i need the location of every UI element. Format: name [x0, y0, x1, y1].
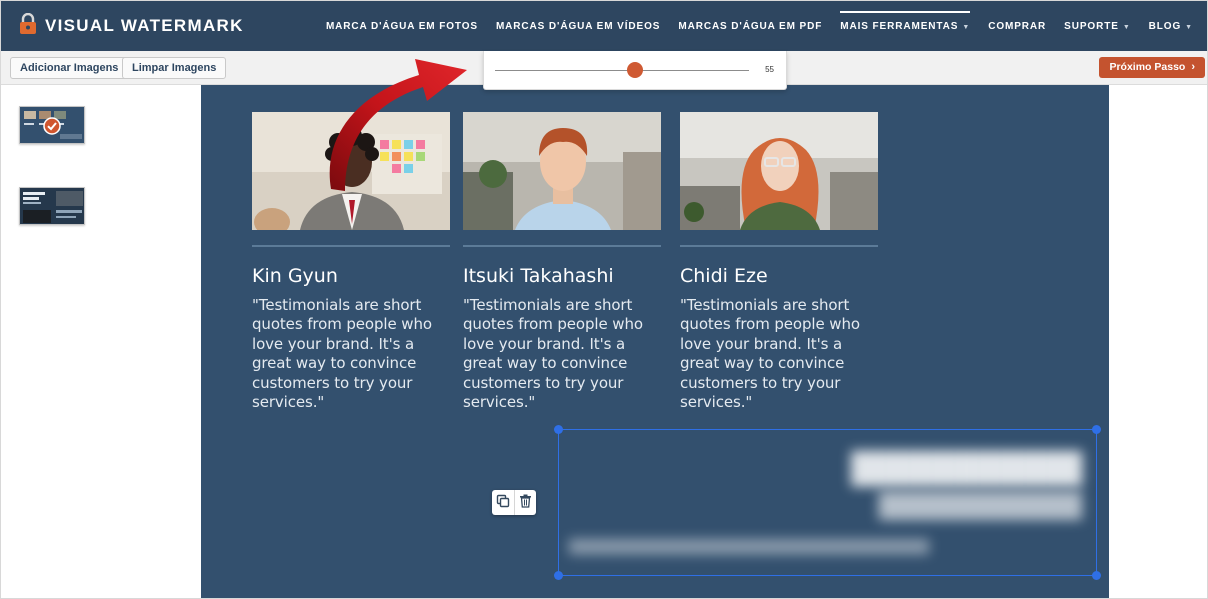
- main-nav: MARCA D'ÁGUA EM FOTOS MARCAS D'ÁGUA EM V…: [326, 1, 1193, 51]
- slider-thumb[interactable]: [626, 62, 643, 78]
- testimonial-quote: "Testimonials are short quotes from peop…: [252, 296, 432, 412]
- caret-down-icon: ▼: [962, 24, 971, 31]
- nav-video-watermark[interactable]: MARCAS D'ÁGUA EM VÍDEOS: [496, 1, 660, 51]
- trash-icon: [519, 493, 532, 512]
- person-photo: [463, 112, 661, 230]
- nav-blog[interactable]: BLOG ▼: [1149, 1, 1193, 51]
- check-icon: [43, 117, 61, 139]
- testimonial-card: Itsuki Takahashi "Testimonials are short…: [463, 112, 661, 412]
- duplicate-icon: [496, 493, 510, 512]
- person-photo: [680, 112, 878, 230]
- testimonial-quote: "Testimonials are short quotes from peop…: [680, 296, 860, 412]
- chevron-right-icon: ›: [1191, 61, 1195, 73]
- nav-support[interactable]: SUPORTE ▼: [1064, 1, 1130, 51]
- brand-name: VISUAL WATERMARK: [45, 16, 244, 35]
- resize-handle-bottom-right[interactable]: [1092, 571, 1101, 580]
- slider-popover: 55: [483, 51, 787, 90]
- blurred-watermark-text: ███████████: [878, 492, 1082, 520]
- editing-canvas[interactable]: Kin Gyun "Testimonials are short quotes …: [201, 85, 1109, 598]
- nav-label: MARCAS D'ÁGUA EM VÍDEOS: [495, 21, 661, 32]
- caret-down-icon: ▼: [1185, 24, 1193, 31]
- next-step-button[interactable]: Próximo Passo ›: [1099, 57, 1205, 78]
- nav-pdf-watermark[interactable]: MARCAS D'ÁGUA EM PDF: [678, 1, 822, 51]
- nav-label: MARCA D'ÁGUA EM FOTOS: [325, 21, 478, 32]
- card-divider: [252, 245, 450, 247]
- card-divider: [680, 245, 878, 247]
- caret-down-icon: ▼: [1122, 24, 1131, 31]
- slider-value: 55: [765, 65, 774, 74]
- nav-buy[interactable]: COMPRAR: [988, 1, 1046, 51]
- clear-images-button[interactable]: Limpar Imagens: [122, 57, 227, 79]
- testimonial-quote: "Testimonials are short quotes from peop…: [463, 296, 643, 412]
- person-photo: [252, 112, 450, 230]
- person-name: Itsuki Takahashi: [463, 265, 614, 287]
- person-name: Chidi Eze: [680, 265, 768, 287]
- card-divider: [463, 245, 661, 247]
- next-step-label: Próximo Passo: [1109, 61, 1186, 73]
- duplicate-button[interactable]: [492, 490, 514, 515]
- nav-label: MAIS FERRAMENTAS: [840, 21, 959, 32]
- resize-handle-top-right[interactable]: [1092, 425, 1101, 434]
- add-images-button[interactable]: Adicionar Imagens: [10, 57, 129, 79]
- nav-more-tools[interactable]: MAIS FERRAMENTAS ▼: [840, 1, 971, 51]
- app-window: VISUAL WATERMARK MARCA D'ÁGUA EM FOTOS M…: [0, 0, 1208, 599]
- testimonial-card: Chidi Eze "Testimonials are short quotes…: [680, 112, 878, 412]
- image-thumbnail[interactable]: [19, 187, 85, 225]
- delete-button[interactable]: [514, 490, 536, 515]
- testimonial-card: Kin Gyun "Testimonials are short quotes …: [252, 112, 450, 412]
- brand-logo[interactable]: VISUAL WATERMARK: [19, 12, 244, 39]
- selection-toolbar: [492, 490, 536, 515]
- canvas-right-margin: [1109, 85, 1207, 598]
- image-thumbnail-sidebar: [1, 85, 201, 598]
- nav-label: BLOG: [1148, 21, 1182, 32]
- nav-photo-watermark[interactable]: MARCA D'ÁGUA EM FOTOS: [326, 1, 478, 51]
- nav-label: COMPRAR: [988, 21, 1047, 32]
- blurred-watermark-text: ████████████████████████████████████: [569, 540, 929, 555]
- person-name: Kin Gyun: [252, 265, 338, 287]
- blurred-watermark-text: ██████████: [851, 452, 1082, 487]
- slider-track[interactable]: [495, 70, 749, 71]
- nav-label: SUPORTE: [1064, 21, 1119, 32]
- image-thumbnail[interactable]: [19, 106, 85, 144]
- resize-handle-top-left[interactable]: [554, 425, 563, 434]
- lock-icon: [19, 12, 37, 39]
- watermark-selection-box[interactable]: ██████████ ███████████ █████████████████…: [554, 425, 1101, 580]
- top-navigation-bar: VISUAL WATERMARK MARCA D'ÁGUA EM FOTOS M…: [1, 1, 1207, 51]
- nav-label: MARCAS D'ÁGUA EM PDF: [678, 21, 823, 32]
- resize-handle-bottom-left[interactable]: [554, 571, 563, 580]
